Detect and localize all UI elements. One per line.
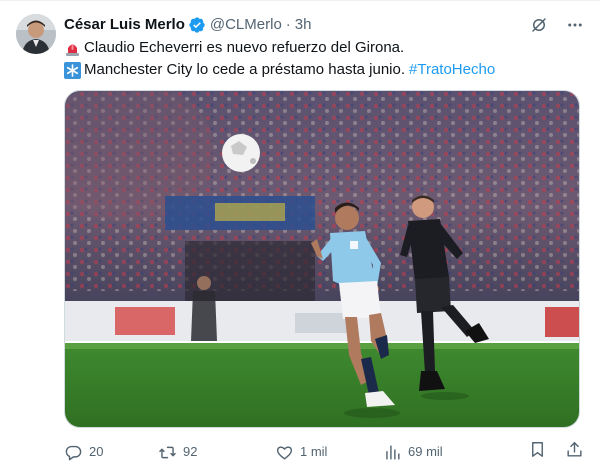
reply-icon <box>64 443 83 462</box>
repost-icon <box>158 443 177 462</box>
views-button[interactable]: 69 mil <box>383 443 483 462</box>
reply-button[interactable]: 20 <box>64 443 158 462</box>
snowflake-emoji <box>64 61 81 79</box>
tweet[interactable]: César Luis Merlo @CLMerlo · 3h Claudio E… <box>0 0 600 466</box>
share-icon[interactable] <box>565 440 584 464</box>
reply-count: 20 <box>89 444 104 459</box>
view-count: 69 mil <box>408 444 443 459</box>
tweet-text: Claudio Echeverri es nuevo refuerzo del … <box>64 37 584 81</box>
heart-icon <box>275 443 294 462</box>
tweet-actions: 20 92 1 mil 69 mil <box>64 439 584 465</box>
user-handle[interactable]: @CLMerlo <box>210 15 282 35</box>
repost-count: 92 <box>183 444 198 459</box>
secondary-actions <box>528 440 584 464</box>
header-actions <box>530 16 584 34</box>
tweet-line-2-text: Manchester City lo cede a préstamo hasta… <box>84 61 405 78</box>
tweet-line-1: Claudio Echeverri es nuevo refuerzo del … <box>64 37 584 59</box>
views-icon <box>383 443 402 462</box>
display-name[interactable]: César Luis Merlo <box>64 15 185 35</box>
repost-button[interactable]: 92 <box>158 443 275 462</box>
rotating-light-emoji <box>64 39 81 57</box>
like-count: 1 mil <box>300 444 328 459</box>
bookmark-icon[interactable] <box>528 440 547 464</box>
verified-badge-icon[interactable] <box>188 16 206 34</box>
tweet-line-1-text: Claudio Echeverri es nuevo refuerzo del … <box>84 39 405 56</box>
tweet-line-2: Manchester City lo cede a préstamo hasta… <box>64 59 584 81</box>
grok-icon[interactable] <box>530 16 548 34</box>
avatar[interactable] <box>16 14 56 54</box>
header-separator: · <box>285 16 291 33</box>
like-button[interactable]: 1 mil <box>275 443 383 462</box>
timestamp[interactable]: 3h <box>295 15 312 35</box>
hashtag-link[interactable]: #TratoHecho <box>409 59 495 81</box>
tweet-photo[interactable] <box>64 90 580 428</box>
more-icon[interactable] <box>566 16 584 34</box>
tweet-header: César Luis Merlo @CLMerlo · 3h <box>64 15 584 35</box>
